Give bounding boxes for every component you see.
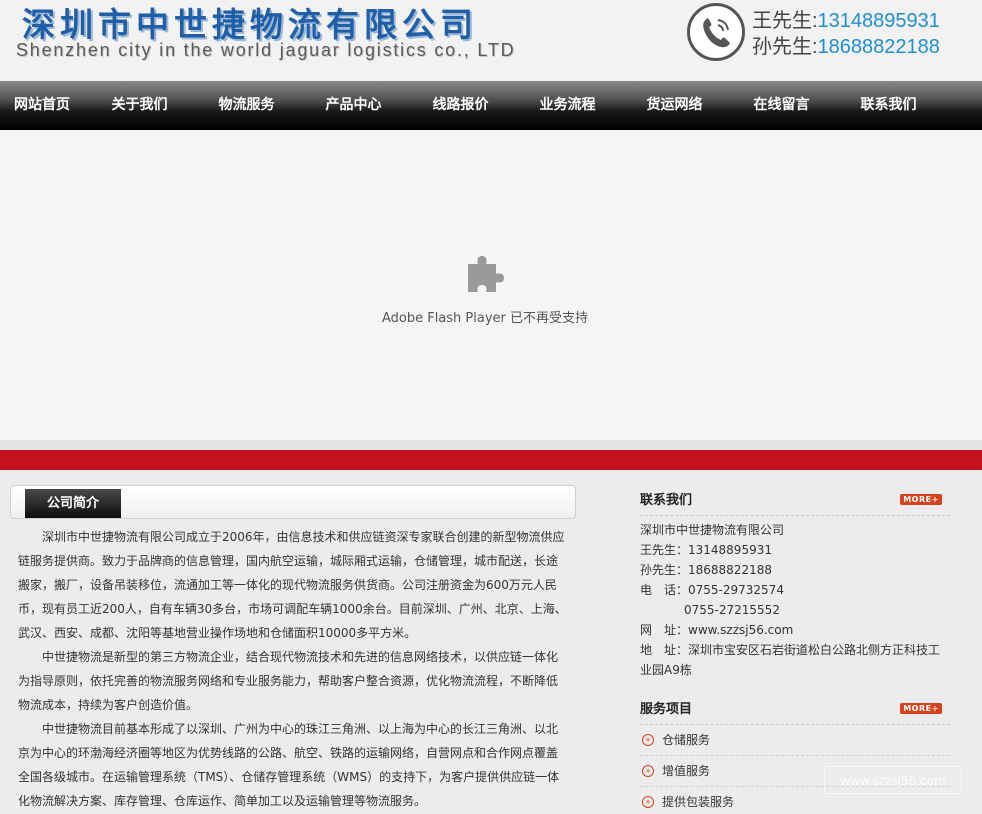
contact-company: 深圳市中世捷物流有限公司 [640, 523, 785, 537]
phone-icon [687, 3, 745, 61]
nav-home[interactable]: 网站首页 [0, 81, 86, 130]
service-item-label: 仓储服务 [662, 732, 711, 747]
main-nav: 网站首页 关于我们 物流服务 产品中心 线路报价 业务流程 货运网络 在线留言 … [0, 81, 982, 130]
hotline-numbers: 王先生:13148895931 孙先生:18688822188 [752, 8, 940, 60]
contact-title: 联系我们 [640, 493, 693, 508]
plugin-icon [468, 256, 504, 292]
contact-tel-2: 0755-27215552 [684, 603, 780, 617]
nav-freight-network[interactable]: 货运网络 [621, 81, 728, 130]
watermark: www.szzsj56.com [824, 766, 962, 794]
contact-tel-1: 电 话：0755-29732574 [640, 583, 784, 597]
double-arrow-icon: » [642, 734, 654, 746]
intro-header: 公司简介 [10, 485, 576, 519]
intro-paragraph-1: 深圳市中世捷物流有限公司成立于2006年，由信息技术和供应链资深专家联合创建的新… [18, 530, 567, 640]
contact-person-2: 孙先生：18688822188 [640, 563, 772, 577]
divider-strip [0, 440, 982, 450]
services-more-button[interactable]: MORE+ [900, 703, 942, 714]
nav-contact[interactable]: 联系我们 [835, 81, 942, 130]
nav-products[interactable]: 产品中心 [300, 81, 407, 130]
service-item-label: 提供包装服务 [662, 794, 735, 809]
nav-logistics-services[interactable]: 物流服务 [193, 81, 300, 130]
company-intro-section: 公司简介 深圳市中世捷物流有限公司成立于2006年，由信息技术和供应链资深专家联… [10, 485, 576, 813]
contact-address: 地 址：深圳市宝安区石岩街道松白公路北侧方正科技工业园A9栋 [640, 643, 941, 677]
nav-route-quotes[interactable]: 线路报价 [407, 81, 514, 130]
intro-paragraph-2: 中世捷物流是新型的第三方物流企业，结合现代物流技术和先进的信息网络技术，以供应链… [18, 650, 559, 712]
services-title: 服务项目 [640, 702, 693, 717]
contact-info: 深圳市中世捷物流有限公司 王先生：13148895931 孙先生：1868882… [640, 520, 950, 680]
site-header: 深圳市中世捷物流有限公司 Shenzhen city in the world … [0, 0, 982, 81]
services-header: 服务项目 MORE+ [640, 694, 950, 725]
red-divider-bar [0, 450, 982, 470]
contact-person-1: 王先生：13148895931 [640, 543, 772, 557]
nav-about[interactable]: 关于我们 [86, 81, 193, 130]
nav-online-message[interactable]: 在线留言 [728, 81, 835, 130]
flash-banner: Adobe Flash Player 已不再受支持 [0, 130, 982, 440]
flash-unsupported-message: Adobe Flash Player 已不再受支持 [381, 311, 589, 326]
contact-website[interactable]: 网 址：www.szzsj56.com [640, 620, 950, 640]
logo-english: Shenzhen city in the world jaguar logist… [16, 40, 516, 60]
hotline-2: 孙先生:18688822188 [752, 36, 940, 58]
intro-body: 深圳市中世捷物流有限公司成立于2006年，由信息技术和供应链资深专家联合创建的新… [10, 525, 576, 813]
double-arrow-icon: » [642, 796, 654, 808]
hotline-1: 王先生:13148895931 [752, 10, 940, 32]
sidebar: 联系我们 MORE+ 深圳市中世捷物流有限公司 王先生：13148895931 … [640, 485, 950, 814]
service-item-label: 增值服务 [662, 763, 711, 778]
intro-paragraph-3: 中世捷物流目前基本形成了以深圳、广州为中心的珠江三角洲、以上海为中心的长江三角洲… [18, 722, 560, 808]
intro-title[interactable]: 公司简介 [25, 489, 121, 518]
contact-header: 联系我们 MORE+ [640, 485, 950, 516]
service-item-storage[interactable]: » 仓储服务 [640, 725, 950, 756]
double-arrow-icon: » [642, 765, 654, 777]
nav-business-process[interactable]: 业务流程 [514, 81, 621, 130]
contact-more-button[interactable]: MORE+ [900, 494, 942, 505]
